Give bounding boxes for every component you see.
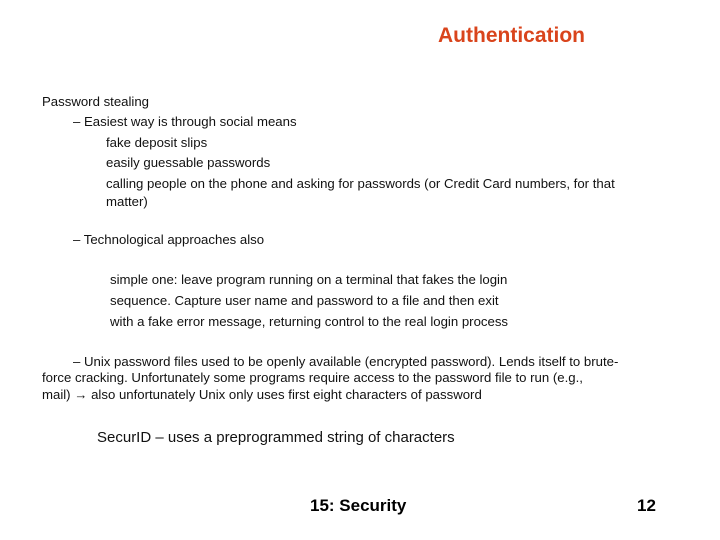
- bullet-technological: – Technological approaches also: [73, 232, 265, 247]
- list-item: fake deposit slips: [106, 135, 208, 150]
- securid-line: SecurID – uses a preprogrammed string of…: [97, 429, 455, 446]
- unix-line: mail) → also unfortunately Unix only use…: [42, 387, 482, 402]
- list-item-continuation: matter): [106, 194, 148, 209]
- heading-password-stealing: Password stealing: [42, 94, 150, 109]
- footer-section: 15: Security: [310, 496, 407, 515]
- tech-line: sequence. Capture user name and password…: [110, 293, 499, 308]
- bullet-social-means: – Easiest way is through social means: [73, 114, 297, 129]
- list-item: easily guessable passwords: [106, 155, 271, 170]
- list-item: calling people on the phone and asking f…: [106, 176, 615, 191]
- slide-title: Authentication: [438, 24, 585, 47]
- page-number: 12: [637, 496, 656, 515]
- tech-line: simple one: leave program running on a t…: [110, 272, 508, 287]
- tech-line: with a fake error message, returning con…: [110, 314, 509, 329]
